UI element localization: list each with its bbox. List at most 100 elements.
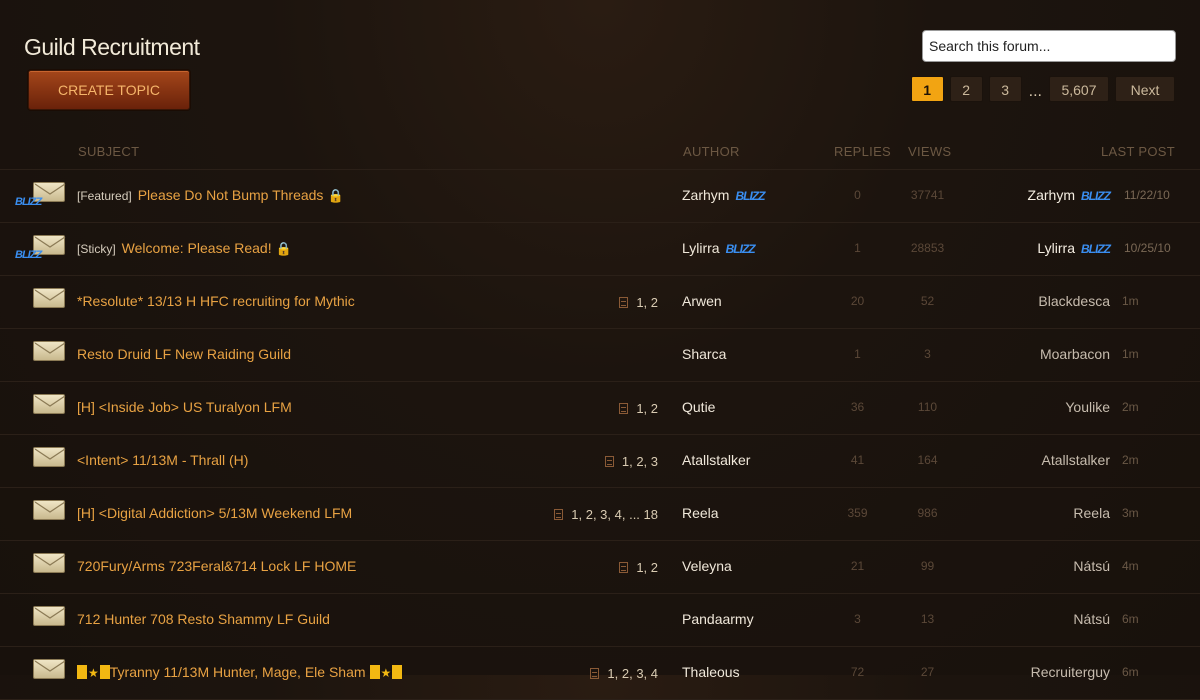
page-1-button[interactable]: 1 [910, 76, 944, 102]
topic-author[interactable]: Veleyna [682, 558, 732, 574]
last-post-author[interactable]: Atallstalker [1042, 452, 1110, 468]
topic-title-link[interactable]: Please Do Not Bump Threads [138, 187, 324, 203]
last-post-time: 1m [1122, 347, 1139, 361]
last-post-author-name[interactable]: Youlike [1065, 399, 1110, 415]
topic-subject: [H] <Digital Addiction> 5/13M Weekend LF… [77, 505, 352, 521]
last-post-author[interactable]: Recruiterguy [1031, 664, 1110, 680]
envelope-icon [33, 659, 66, 679]
topic-title-link[interactable]: [H] <Digital Addiction> 5/13M Weekend LF… [77, 505, 352, 521]
pagination: 1 2 3 ... 5,607 Next [910, 76, 1175, 102]
author-column-header[interactable]: AUTHOR [683, 144, 740, 159]
topic-author[interactable]: Arwen [682, 293, 722, 309]
topic-page-links: 1, 2 [619, 401, 658, 416]
view-count: 99 [920, 559, 935, 573]
topic-row[interactable]: BLIZZ [Featured] Please Do Not Bump Thread… [0, 169, 1200, 222]
reply-count: 41 [850, 453, 865, 467]
last-post-author-name[interactable]: Recruiterguy [1031, 664, 1110, 680]
topic-author[interactable]: Qutie [682, 399, 715, 415]
topic-page-link[interactable]: 1, 2, 3 [622, 454, 658, 469]
page-3-button[interactable]: 3 [988, 76, 1022, 102]
author-name[interactable]: Sharca [682, 346, 726, 362]
subject-column-header[interactable]: SUBJECT [78, 144, 139, 159]
topic-author[interactable]: Sharca [682, 346, 726, 362]
pagination-ellipsis: ... [1028, 83, 1042, 100]
topic-subject: [Featured] Please Do Not Bump Threads 🔒 [77, 187, 344, 204]
topic-page-link[interactable]: 1, 2, 3, 4 [607, 666, 658, 681]
author-name[interactable]: Lylirra [682, 240, 720, 256]
last-post-author[interactable]: Moarbacon [1040, 346, 1110, 362]
author-name[interactable]: Veleyna [682, 558, 732, 574]
last-post-author-name[interactable]: Nátsú [1073, 611, 1110, 627]
last-post-author-name[interactable]: Atallstalker [1042, 452, 1110, 468]
last-post-author[interactable]: Nátsú [1073, 558, 1110, 574]
topic-row[interactable]: [H] <Digital Addiction> 5/13M Weekend LF… [0, 487, 1200, 540]
topic-title-link[interactable]: Resto Druid LF New Raiding Guild [77, 346, 291, 362]
topic-page-link[interactable]: 1, 2 [636, 295, 658, 310]
last-post-time: 2m [1122, 400, 1139, 414]
author-name[interactable]: Qutie [682, 399, 715, 415]
gold-box-icon [392, 665, 403, 679]
topic-row[interactable]: ★ Tyranny 11/13M Hunter, Mage, Ele Sham ★ 1… [0, 646, 1200, 700]
last-post-author-name[interactable]: Nátsú [1073, 558, 1110, 574]
topic-author[interactable]: Reela [682, 505, 719, 521]
author-name[interactable]: Atallstalker [682, 452, 750, 468]
last-post-author[interactable]: Lylirra BLIZZ [1037, 240, 1111, 256]
views-column-header[interactable]: VIEWS [908, 144, 951, 159]
next-page-button[interactable]: Next [1115, 76, 1175, 102]
topic-row[interactable]: <Intent> 11/13M - Thrall (H) 1, 2, 3 Atall… [0, 434, 1200, 487]
last-post-column-header[interactable]: LAST POST [1101, 144, 1175, 159]
topic-title-link[interactable]: 720Fury/Arms 723Feral&714 Lock LF HOME [77, 558, 356, 574]
topic-row[interactable]: 720Fury/Arms 723Feral&714 Lock LF HOME 1,… [0, 540, 1200, 593]
last-page-button[interactable]: 5,607 [1049, 76, 1109, 102]
last-post-author-name[interactable]: Moarbacon [1040, 346, 1110, 362]
last-post-author-name[interactable]: Lylirra [1037, 240, 1075, 256]
topic-row[interactable]: [H] <Inside Job> US Turalyon LFM 1, 2 Quti… [0, 381, 1200, 434]
topic-title-link[interactable]: 712 Hunter 708 Resto Shammy LF Guild [77, 611, 330, 627]
topic-page-link[interactable]: 1, 2 [636, 560, 658, 575]
lock-icon: 🔒 [327, 188, 344, 203]
topic-subject: Resto Druid LF New Raiding Guild [77, 346, 291, 362]
pages-icon [554, 509, 564, 520]
envelope-icon [33, 447, 66, 467]
topic-page-link[interactable]: 1, 2, 3, 4, ... 18 [571, 507, 658, 522]
author-name[interactable]: Thaleous [682, 664, 740, 680]
last-post-author[interactable]: Nátsú [1073, 611, 1110, 627]
search-input[interactable] [922, 30, 1176, 62]
topic-author[interactable]: Zarhym BLIZZ [682, 187, 765, 203]
topic-title-link[interactable]: Welcome: Please Read! [122, 240, 272, 256]
author-name[interactable]: Arwen [682, 293, 722, 309]
page-2-button[interactable]: 2 [949, 76, 983, 102]
topic-row[interactable]: BLIZZ [Sticky] Welcome: Please Read! 🔒 Lylir… [0, 222, 1200, 275]
author-name[interactable]: Reela [682, 505, 719, 521]
author-name[interactable]: Zarhym [682, 187, 729, 203]
reply-count: 72 [850, 665, 865, 679]
last-post-author-name[interactable]: Reela [1073, 505, 1110, 521]
topic-title-link[interactable]: Tyranny 11/13M Hunter, Mage, Ele Sham [110, 664, 366, 680]
last-post-author-name[interactable]: Blackdesca [1038, 293, 1110, 309]
last-post-author[interactable]: Youlike [1065, 399, 1110, 415]
last-post-author-name[interactable]: Zarhym [1028, 187, 1075, 203]
create-topic-button[interactable]: CREATE TOPIC [28, 70, 190, 110]
envelope-icon [33, 341, 66, 361]
topic-author[interactable]: Thaleous [682, 664, 740, 680]
topic-row[interactable]: Resto Druid LF New Raiding Guild Sharca 1 3… [0, 328, 1200, 381]
envelope-icon [33, 553, 66, 573]
topic-row[interactable]: *Resolute* 13/13 H HFC recruiting for My… [0, 275, 1200, 328]
topic-page-link[interactable]: 1, 2 [636, 401, 658, 416]
replies-column-header[interactable]: REPLIES [834, 144, 891, 159]
topic-author[interactable]: Atallstalker [682, 452, 750, 468]
topic-author[interactable]: Pandaarmy [682, 611, 754, 627]
last-post-author[interactable]: Blackdesca [1038, 293, 1110, 309]
topic-row[interactable]: 712 Hunter 708 Resto Shammy LF Guild Pand… [0, 593, 1200, 646]
topic-title-link[interactable]: *Resolute* 13/13 H HFC recruiting for My… [77, 293, 355, 309]
topic-author[interactable]: Lylirra BLIZZ [682, 240, 756, 256]
gold-box-icon [369, 665, 380, 679]
author-name[interactable]: Pandaarmy [682, 611, 754, 627]
topic-title-link[interactable]: [H] <Inside Job> US Turalyon LFM [77, 399, 292, 415]
star-icon: ★ [88, 666, 99, 680]
last-post-author[interactable]: Reela [1073, 505, 1110, 521]
topic-subject: ★ Tyranny 11/13M Hunter, Mage, Ele Sham ★ [77, 664, 403, 680]
blizzard-badge-icon: BLIZZ [1081, 189, 1111, 203]
last-post-author[interactable]: Zarhym BLIZZ [1028, 187, 1111, 203]
topic-title-link[interactable]: <Intent> 11/13M - Thrall (H) [77, 452, 248, 468]
